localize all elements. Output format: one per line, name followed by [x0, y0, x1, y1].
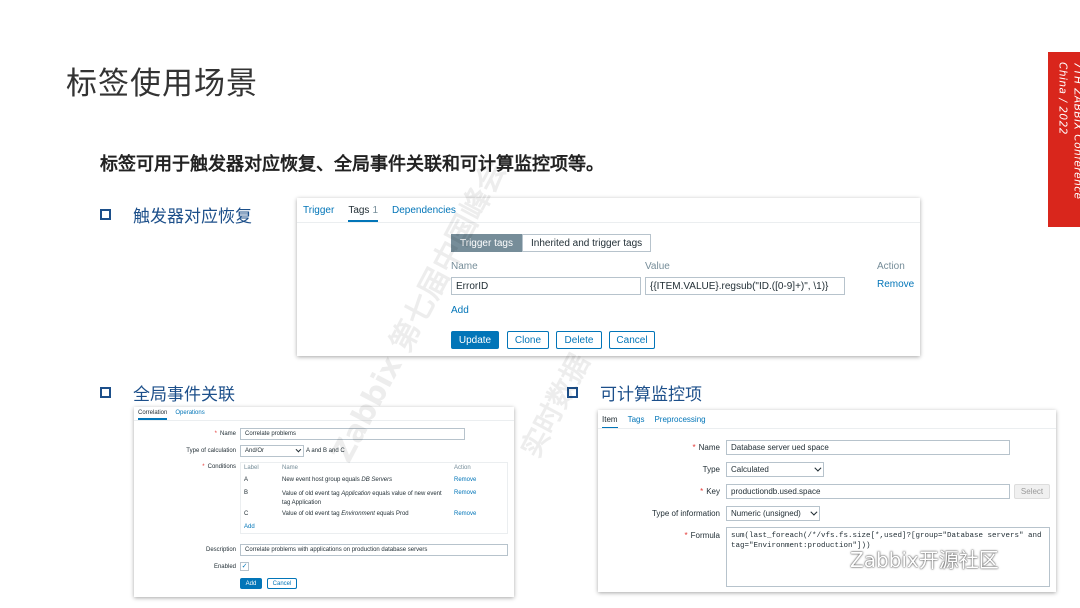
bullet-trigger-recovery: 触发器对应恢复	[100, 202, 252, 227]
item-key-input[interactable]: productiondb.used.space	[726, 484, 1010, 499]
condition-name-c: Value of old event tag Environment equal…	[282, 511, 409, 517]
bullet-label: 全局事件关联	[133, 385, 235, 405]
bullet-square-icon	[100, 209, 111, 220]
enabled-checkbox[interactable]: ✓	[240, 562, 249, 571]
description-input[interactable]: Correlate problems with applications on …	[240, 544, 508, 556]
chevron-down-icon	[295, 446, 302, 453]
slide-title: 标签使用场景	[66, 66, 258, 102]
condition-label-a: A	[244, 477, 249, 483]
tab-preprocessing[interactable]: Preprocessing	[654, 415, 705, 429]
name-label: * Name	[214, 431, 236, 437]
chevron-down-icon	[810, 508, 818, 516]
bullet-event-correlation: 全局事件关联	[100, 380, 235, 405]
remove-condition-a[interactable]: Remove	[454, 477, 476, 483]
wechat-icon	[820, 548, 846, 569]
add-condition-link[interactable]: Add	[244, 524, 255, 530]
calculation-select[interactable]: And/Or	[240, 445, 304, 457]
column-label: Label	[244, 465, 259, 471]
tag-name-input[interactable]: ErrorID	[451, 277, 641, 295]
mode-inherited-tags[interactable]: Inherited and trigger tags	[521, 234, 652, 252]
tags-count: 1	[372, 205, 378, 216]
remove-link[interactable]: Remove	[877, 279, 914, 290]
tag-value-input[interactable]: {{ITEM.VALUE}.regsub("ID.([0-9]+)", \1)}	[645, 277, 845, 295]
column-action: Action	[877, 261, 905, 272]
bullet-label: 触发器对应恢复	[133, 207, 252, 227]
conference-banner: 7TH ZABBIX Conference China / 2022	[1048, 52, 1080, 227]
description-label: Description	[205, 547, 236, 553]
cancel-button[interactable]: Cancel	[267, 578, 297, 589]
remove-condition-b[interactable]: Remove	[454, 490, 476, 496]
type-of-information-label: Type of information	[651, 509, 720, 518]
conditions-label: * Conditions	[202, 464, 236, 470]
banner-text: 7TH ZABBIX Conference China / 2022	[1056, 62, 1080, 200]
slide-subtitle: 标签可用于触发器对应恢复、全局事件关联和可计算监控项等。	[100, 154, 604, 175]
tag-mode-switch: Trigger tags Inherited and trigger tags	[451, 234, 652, 252]
correlation-tabs: Correlation Operations	[138, 410, 219, 420]
condition-label-c: C	[244, 511, 249, 517]
calculation-label: Type of calculation	[186, 448, 236, 454]
formula-line-1: sum(last_foreach(/*/vfs.fs.size[*,used]?…	[731, 532, 1042, 540]
wechat-watermark: Zabbix开源社区	[820, 544, 999, 573]
tab-trigger[interactable]: Trigger	[303, 205, 334, 222]
tab-operations[interactable]: Operations	[175, 410, 204, 420]
column-action: Action	[454, 465, 471, 471]
column-value: Value	[645, 261, 670, 272]
key-label: * Key	[700, 487, 720, 496]
add-link[interactable]: Add	[451, 305, 469, 316]
bullet-square-icon	[100, 387, 111, 398]
item-tabs: Item Tags Preprocessing	[602, 415, 720, 429]
enabled-label: Enabled	[213, 564, 236, 570]
condition-label-b: B	[244, 490, 249, 496]
type-label: Type	[702, 465, 720, 474]
tab-correlation[interactable]: Correlation	[138, 410, 168, 420]
tab-tags[interactable]: Tags	[628, 415, 645, 429]
condition-name-b: Value of old event tag Application equal…	[282, 491, 442, 506]
chevron-down-icon	[814, 464, 822, 472]
clone-button[interactable]: Clone	[507, 331, 549, 349]
item-name-input[interactable]: Database server ued space	[726, 440, 1010, 455]
condition-name-a: New event host group equals DB Servers	[282, 477, 393, 483]
type-select[interactable]: Calculated	[726, 462, 824, 477]
wechat-label: Zabbix开源社区	[850, 548, 999, 572]
column-name: Name	[282, 465, 299, 471]
cancel-button[interactable]: Cancel	[609, 331, 655, 349]
formula-label: * Formula	[684, 531, 720, 540]
tab-item[interactable]: Item	[602, 415, 618, 429]
type-of-information-select[interactable]: Numeric (unsigned)	[726, 506, 820, 521]
bullet-label: 可计算监控项	[600, 385, 702, 405]
tab-tags[interactable]: Tags 1	[348, 205, 378, 222]
remove-condition-c[interactable]: Remove	[454, 511, 476, 517]
name-label: * Name	[692, 443, 720, 452]
add-button[interactable]: Add	[240, 578, 262, 589]
select-button[interactable]: Select	[1014, 484, 1050, 499]
update-button[interactable]: Update	[451, 331, 499, 349]
